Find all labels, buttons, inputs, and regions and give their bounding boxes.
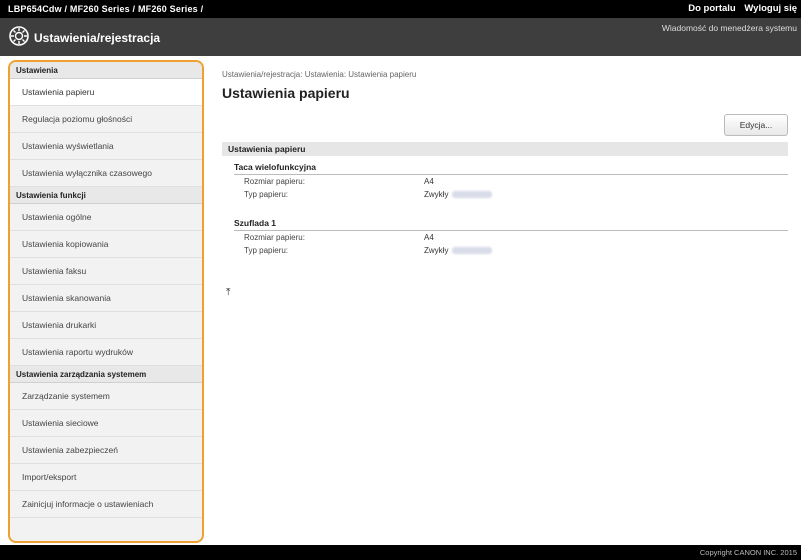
sidebar-item[interactable]: Ustawienia sieciowe (10, 410, 202, 437)
group-multipurpose-tray: Taca wielofunkcyjna Rozmiar papieru: A4 … (234, 162, 788, 201)
setting-key: Typ papieru: (244, 246, 289, 255)
logout-link[interactable]: Wyloguj się (744, 3, 797, 14)
copyright: Copyright CANON INC. 2015 (699, 548, 797, 557)
setting-key: Rozmiar papieru: (244, 177, 305, 186)
sidebar-item[interactable]: Ustawienia wyświetlania (10, 133, 202, 160)
setting-row: Rozmiar papieru: A4 (234, 231, 788, 244)
sidebar-section-header: Ustawienia funkcji (10, 187, 202, 204)
footer: Copyright CANON INC. 2015 (0, 545, 801, 560)
sidebar-section-header: Ustawienia zarządzania systemem (10, 366, 202, 383)
sidebar-item[interactable]: Ustawienia raportu wydruków (10, 339, 202, 366)
setting-row: Typ papieru: Zwykły (234, 188, 788, 201)
blurred-detail (452, 247, 493, 255)
main-content: Ustawienia/rejestracja: Ustawienia: Usta… (222, 66, 788, 298)
sidebar-item[interactable]: Ustawienia ogólne (10, 204, 202, 231)
sidebar-section-header: Ustawienia (10, 62, 202, 79)
device-model: LBP654Cdw / MF260 Series / MF260 Series … (8, 4, 204, 14)
settings-sidebar: Ustawienia Ustawienia papieru Regulacja po… (8, 60, 204, 543)
setting-row: Rozmiar papieru: A4 (234, 175, 788, 188)
sidebar-item[interactable]: Ustawienia faksu (10, 258, 202, 285)
top-links: Do portalu Wyloguj się (682, 3, 797, 14)
portal-link[interactable]: Do portalu (688, 3, 736, 14)
system-manager-message-link[interactable]: Wiadomość do menedżera systemu (662, 23, 797, 33)
sidebar-item[interactable]: Ustawienia drukarki (10, 312, 202, 339)
setting-value: Zwykły (424, 190, 449, 199)
edit-button[interactable]: Edycja... (724, 114, 788, 136)
blurred-detail (452, 191, 493, 199)
page-title: Ustawienia papieru (222, 85, 350, 101)
setting-value-wrap: Zwykły (424, 246, 493, 255)
sidebar-item[interactable]: Regulacja poziomu głośności (10, 106, 202, 133)
setting-key: Typ papieru: (244, 190, 289, 199)
sidebar-item[interactable]: Import/eksport (10, 464, 202, 491)
sidebar-item[interactable]: Ustawienia papieru (10, 79, 202, 106)
section-header: Ustawienia papieru (222, 142, 788, 156)
sidebar-item[interactable]: Ustawienia wyłącznika czasowego (10, 160, 202, 187)
arrow-up-to-top-icon[interactable]: ⤒ (226, 287, 230, 298)
sidebar-item[interactable]: Ustawienia zabezpieczeń (10, 437, 202, 464)
setting-row: Typ papieru: Zwykły (234, 244, 788, 257)
setting-key: Rozmiar papieru: (244, 233, 305, 242)
breadcrumb: Ustawienia/rejestracja: Ustawienia: Usta… (222, 70, 417, 79)
sidebar-item[interactable]: Ustawienia skanowania (10, 285, 202, 312)
page-app-title: Ustawienia/rejestracja (34, 31, 161, 45)
setting-value: Zwykły (424, 246, 449, 255)
setting-value: A4 (424, 233, 434, 242)
setting-value: A4 (424, 177, 434, 186)
group-title: Szuflada 1 (234, 218, 788, 231)
top-bar: LBP654Cdw / MF260 Series / MF260 Series … (0, 0, 801, 18)
sidebar-item[interactable]: Zainicjuj informacje o ustawieniach (10, 491, 202, 518)
settings-gear-icon (9, 26, 29, 46)
sidebar-item[interactable]: Zarządzanie systemem (10, 383, 202, 410)
setting-value-wrap: Zwykły (424, 190, 493, 199)
group-drawer-1: Szuflada 1 Rozmiar papieru: A4 Typ papie… (234, 218, 788, 257)
group-title: Taca wielofunkcyjna (234, 162, 788, 175)
title-bar: Ustawienia/rejestracja Wiadomość do mene… (0, 18, 801, 56)
sidebar-item[interactable]: Ustawienia kopiowania (10, 231, 202, 258)
